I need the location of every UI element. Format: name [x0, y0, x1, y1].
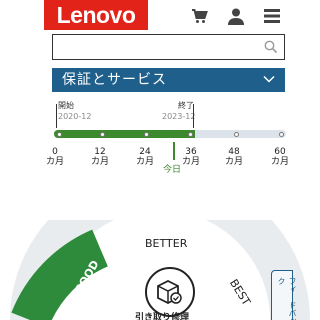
timeline-dot: [279, 132, 284, 137]
warranty-services-dropdown[interactable]: 保証とサービス: [52, 68, 285, 92]
better-label: BETTER: [145, 237, 188, 250]
timeline-dot: [57, 132, 62, 137]
timeline-dot: [144, 132, 149, 137]
warranty-label: 保証とサービス: [62, 72, 167, 88]
feedback-label: フィードバック: [277, 277, 297, 320]
tick-12: 12 カ月: [90, 147, 109, 167]
end-date: 2023-12: [162, 112, 196, 121]
partial-service-label: 引き取り修理: [135, 313, 190, 320]
search-input[interactable]: [55, 37, 255, 57]
timeline-dot: [100, 132, 105, 137]
tick-60: 60 カ月: [270, 147, 289, 167]
user-icon[interactable]: [227, 7, 245, 25]
search-box[interactable]: [52, 34, 285, 60]
today-marker: [173, 142, 175, 160]
timeline-dot: [188, 132, 193, 137]
lenovo-logo[interactable]: Lenovo: [44, 0, 148, 30]
cart-icon[interactable]: [190, 7, 208, 25]
end-label: 終了: [178, 101, 194, 110]
tick-24: 24 カ月: [135, 147, 154, 167]
start-marker: [56, 104, 57, 128]
start-label: 開始: [58, 101, 74, 110]
timeline-progress: [54, 130, 195, 138]
start-date: 2020-12: [58, 112, 92, 121]
box-service-icon: [145, 267, 195, 317]
end-marker: [193, 104, 194, 128]
feedback-tab[interactable]: フィードバック: [271, 270, 297, 320]
chevron-down-icon: [263, 75, 275, 83]
search-icon[interactable]: [264, 40, 278, 54]
timeline-dot: [234, 132, 239, 137]
today-label: 今日: [163, 165, 182, 175]
tick-48: 48 カ月: [224, 147, 243, 167]
menu-icon[interactable]: [263, 7, 281, 25]
tick-0: 0 カ月: [45, 147, 64, 167]
